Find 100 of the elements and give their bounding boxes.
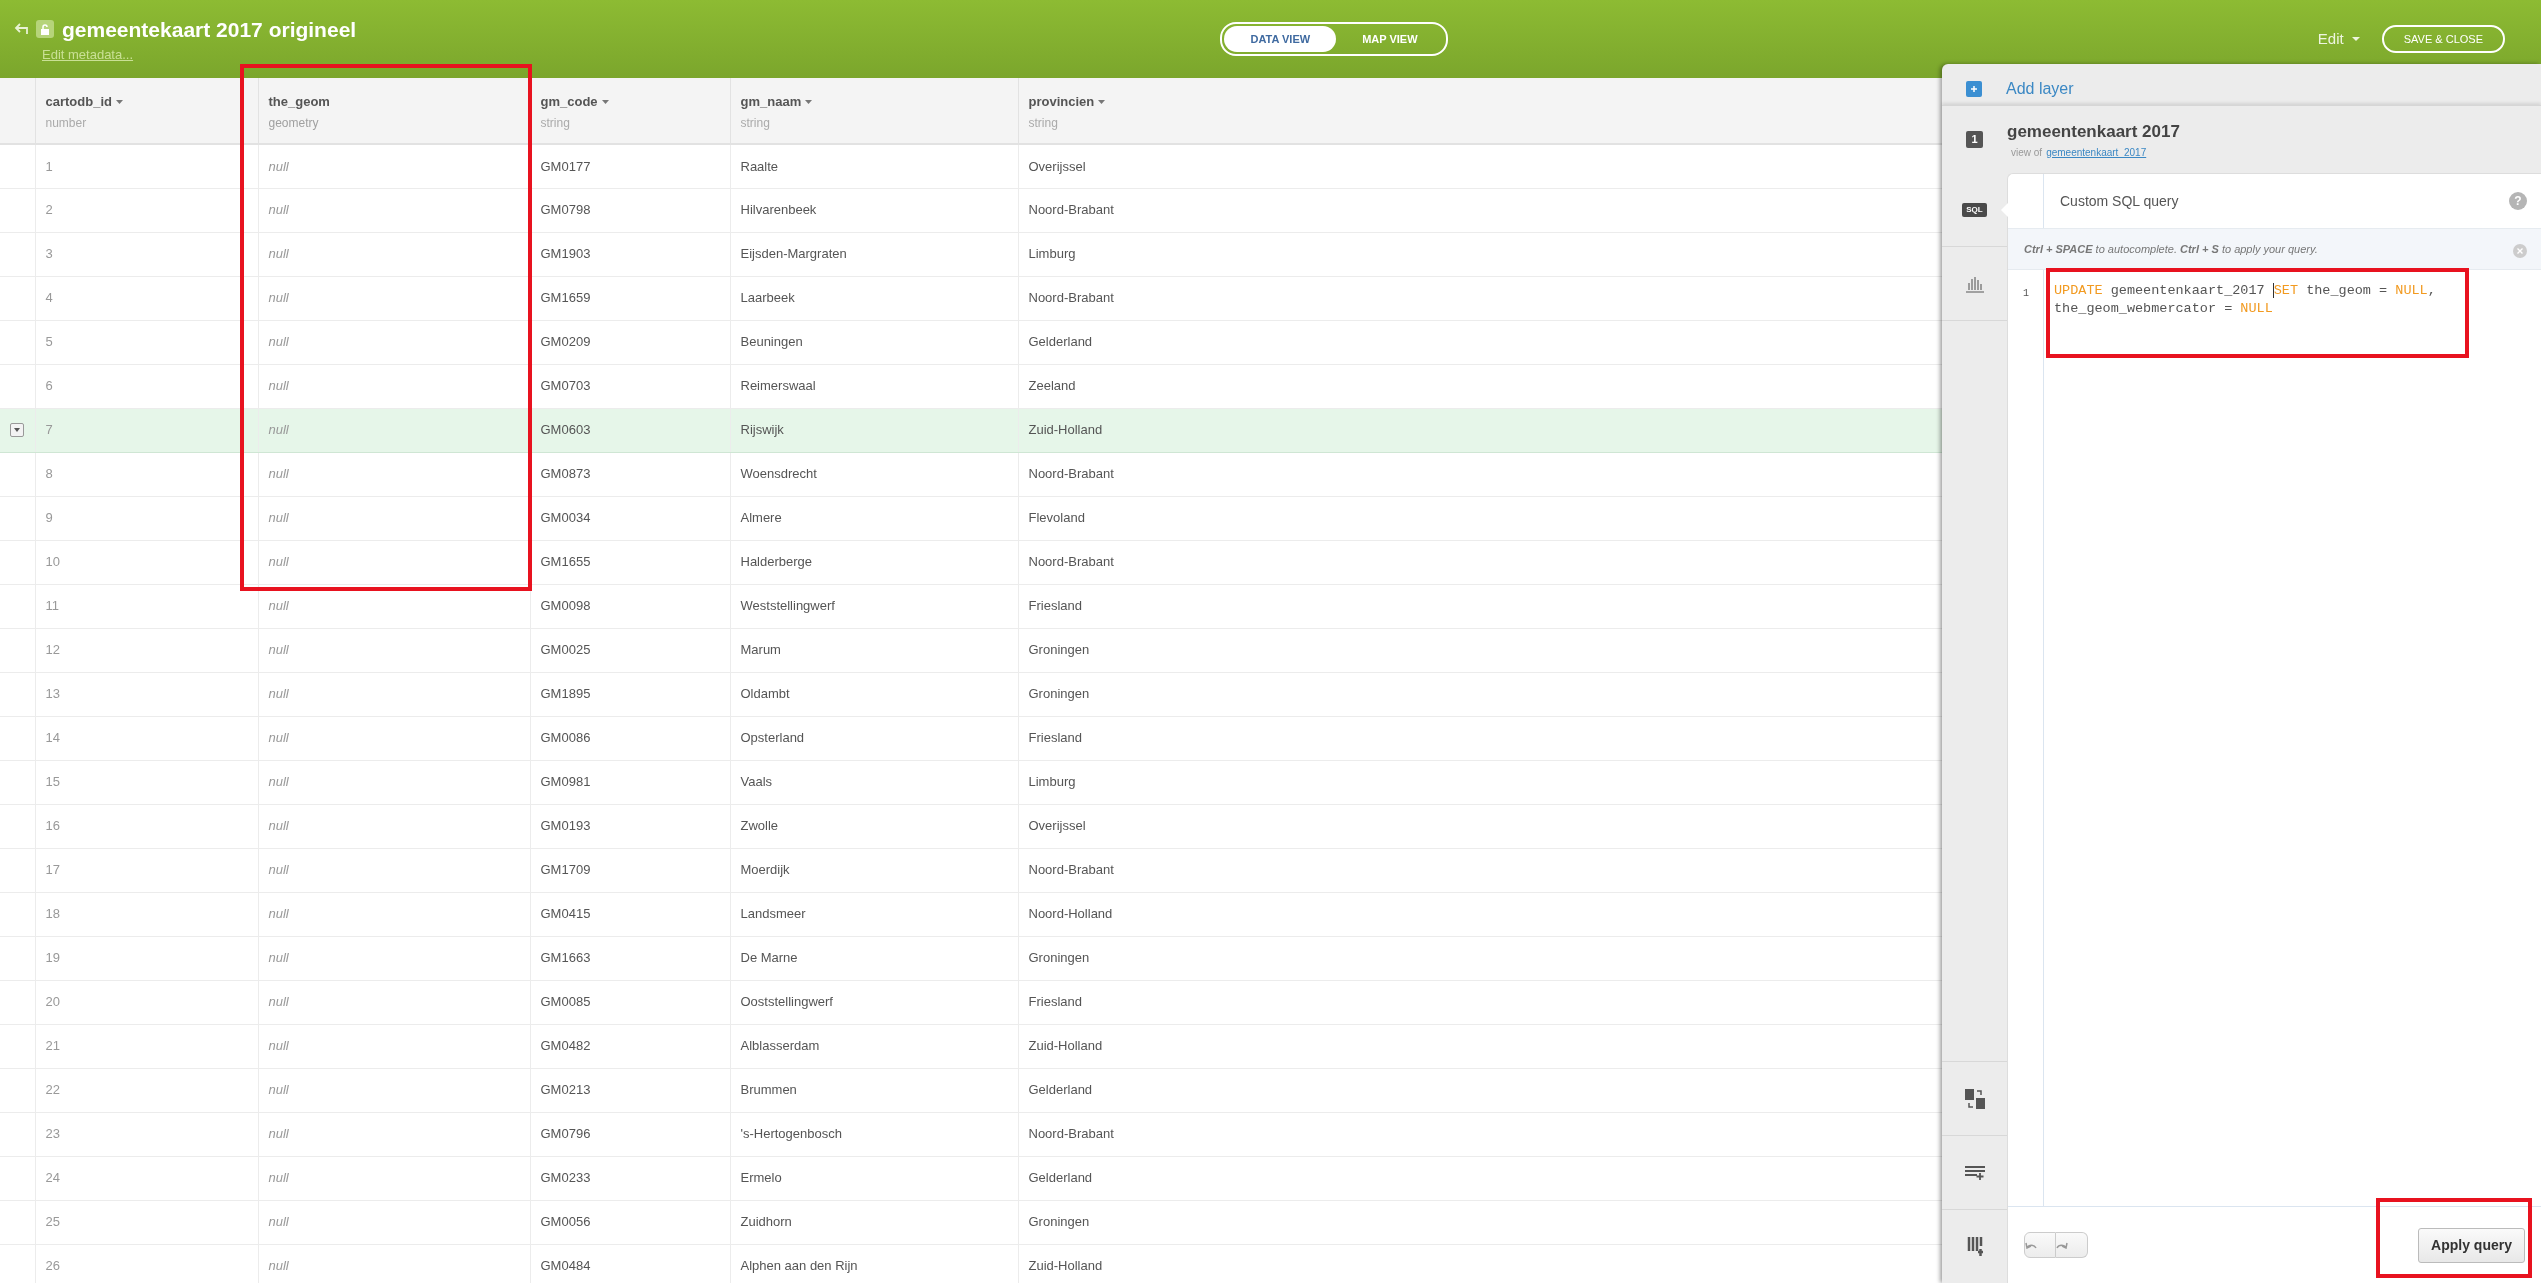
table-row[interactable]: 21 null GM0482 Alblasserdam Zuid-Holland (0, 1024, 1942, 1068)
table-row[interactable]: 17 null GM1709 Moerdijk Noord-Brabant (0, 848, 1942, 892)
table-cell: Noord-Holland (1018, 892, 1942, 936)
line-number: 1 (2022, 287, 2030, 301)
table-row[interactable]: 19 null GM1663 De Marne Groningen (0, 936, 1942, 980)
table-cell: null (258, 936, 530, 980)
table-cell: Woensdrecht (730, 452, 1018, 496)
table-cell: Laarbeek (730, 276, 1018, 320)
column-header[interactable]: gm_naam string (730, 78, 1018, 144)
column-name[interactable]: the_geom (268, 92, 330, 112)
table-row[interactable]: 23 null GM0796 's-Hertogenbosch Noord-Brabant (0, 1112, 1942, 1156)
table-cell: Flevoland (1018, 496, 1942, 540)
table-cell: 9 (35, 496, 258, 540)
table-cell: 10 (35, 540, 258, 584)
add-row-icon[interactable] (1964, 1164, 1985, 1181)
table-row[interactable]: 5 null GM0209 Beuningen Gelderland (0, 320, 1942, 364)
table-cell: GM0798 (530, 188, 730, 232)
table-cell: 19 (35, 936, 258, 980)
table-row[interactable]: 12 null GM0025 Marum Groningen (0, 628, 1942, 672)
table-row[interactable]: 10 null GM1655 Halderberge Noord-Brabant (0, 540, 1942, 584)
undo-button[interactable] (2024, 1232, 2056, 1258)
table-cell: null (258, 1156, 530, 1200)
table-row[interactable]: 4 null GM1659 Laarbeek Noord-Brabant (0, 276, 1942, 320)
table-cell: GM0603 (530, 408, 730, 452)
table-row[interactable]: 1 null GM0177 Raalte Overijssel (0, 144, 1942, 188)
editor-title: Custom SQL query (2060, 191, 2180, 211)
view-of-label: view of (2011, 145, 2043, 160)
table-cell: Raalte (730, 144, 1018, 188)
row-menu-icon[interactable] (10, 423, 24, 437)
column-header[interactable]: the_geom geometry (258, 78, 530, 144)
table-cell: null (258, 452, 530, 496)
code-token[interactable]: , (2427, 283, 2436, 298)
column-header[interactable]: gm_code string (530, 78, 730, 144)
column-header[interactable]: cartodb_id number (35, 78, 258, 144)
column-name[interactable]: gm_code (540, 92, 598, 112)
table-cell: GM1709 (530, 848, 730, 892)
table-row[interactable]: 13 null GM1895 Oldambt Groningen (0, 672, 1942, 716)
table-row[interactable]: 18 null GM0415 Landsmeer Noord-Holland (0, 892, 1942, 936)
table-row[interactable]: 11 null GM0098 Weststellingwerf Friesland (0, 584, 1942, 628)
table-row[interactable]: 16 null GM0193 Zwolle Overijssel (0, 804, 1942, 848)
add-column-icon[interactable] (1966, 1236, 1983, 1257)
table-row[interactable]: 6 null GM0703 Reimerswaal Zeeland (0, 364, 1942, 408)
table-cell: Gelderland (1018, 320, 1942, 364)
table-cell: 8 (35, 452, 258, 496)
back-arrow-icon[interactable] (14, 23, 28, 36)
table-cell: Zwolle (730, 804, 1018, 848)
table-cell: null (258, 276, 530, 320)
table-cell: GM1659 (530, 276, 730, 320)
table-cell: Noord-Brabant (1018, 452, 1942, 496)
table-cell: Noord-Brabant (1018, 276, 1942, 320)
table-row[interactable]: 14 null GM0086 Opsterland Friesland (0, 716, 1942, 760)
table-cell: Beuningen (730, 320, 1018, 364)
column-header[interactable]: provincien string (1018, 78, 1942, 144)
table-row[interactable]: 24 null GM0233 Ermelo Gelderland (0, 1156, 1942, 1200)
caret-icon[interactable] (115, 99, 123, 104)
table-cell: GM0098 (530, 584, 730, 628)
caret-icon[interactable] (601, 99, 609, 104)
table-cell: GM0209 (530, 320, 730, 364)
view-tab[interactable]: DATA VIEW (1224, 25, 1337, 53)
table-row[interactable]: 8 null GM0873 Woensdrecht Noord-Brabant (0, 452, 1942, 496)
table-row[interactable]: 3 null GM1903 Eijsden-Margraten Limburg (0, 232, 1942, 276)
table-cell: null (258, 144, 530, 188)
code-token[interactable]: gemeentenkaart_2017 (2102, 283, 2273, 298)
table-row[interactable]: 15 null GM0981 Vaals Limburg (0, 760, 1942, 804)
table-cell: GM0086 (530, 716, 730, 760)
table-cell: 12 (35, 628, 258, 672)
column-name[interactable]: gm_naam (740, 92, 802, 112)
column-name[interactable]: cartodb_id (45, 92, 112, 112)
table-row[interactable]: 2 null GM0798 Hilvarenbeek Noord-Brabant (0, 188, 1942, 232)
apply-query-button[interactable]: Apply query (2418, 1227, 2525, 1263)
merge-tables-icon[interactable] (1964, 1088, 1985, 1109)
table-row[interactable]: 25 null GM0056 Zuidhorn Groningen (0, 1200, 1942, 1244)
column-name[interactable]: provincien (1028, 92, 1095, 112)
table-cell: Brummen (730, 1068, 1018, 1112)
table-cell: Reimerswaal (730, 364, 1018, 408)
table-cell: GM0193 (530, 804, 730, 848)
caret-icon[interactable] (1098, 99, 1106, 104)
code-token[interactable]: the_geom = (2298, 283, 2396, 298)
table-cell: De Marne (730, 936, 1018, 980)
table-cell: GM0415 (530, 892, 730, 936)
table-cell: 18 (35, 892, 258, 936)
table-cell: Weststellingwerf (730, 584, 1018, 628)
table-row[interactable]: 7 null GM0603 Rijswijk Zuid-Holland (0, 408, 1942, 452)
table-cell: null (258, 892, 530, 936)
table-row[interactable]: 22 null GM0213 Brummen Gelderland (0, 1068, 1942, 1112)
code-token[interactable]: the_geom_webmercator = (2054, 301, 2241, 316)
table-cell: 2 (35, 188, 258, 232)
table-row[interactable]: 9 null GM0034 Almere Flevoland (0, 496, 1942, 540)
table-cell: Noord-Brabant (1018, 848, 1942, 892)
lock-icon (36, 20, 54, 39)
bar-chart-icon (1964, 274, 1985, 293)
add-icon[interactable] (1966, 81, 1982, 97)
table-row[interactable]: 20 null GM0085 Ooststellingwerf Friesland (0, 980, 1942, 1024)
table-cell: null (258, 364, 530, 408)
redo-button[interactable] (2056, 1232, 2088, 1258)
table-cell: Groningen (1018, 672, 1942, 716)
table-cell: Gelderland (1018, 1068, 1942, 1112)
table-cell: GM1895 (530, 672, 730, 716)
table-cell: Opsterland (730, 716, 1018, 760)
caret-icon[interactable] (805, 99, 813, 104)
